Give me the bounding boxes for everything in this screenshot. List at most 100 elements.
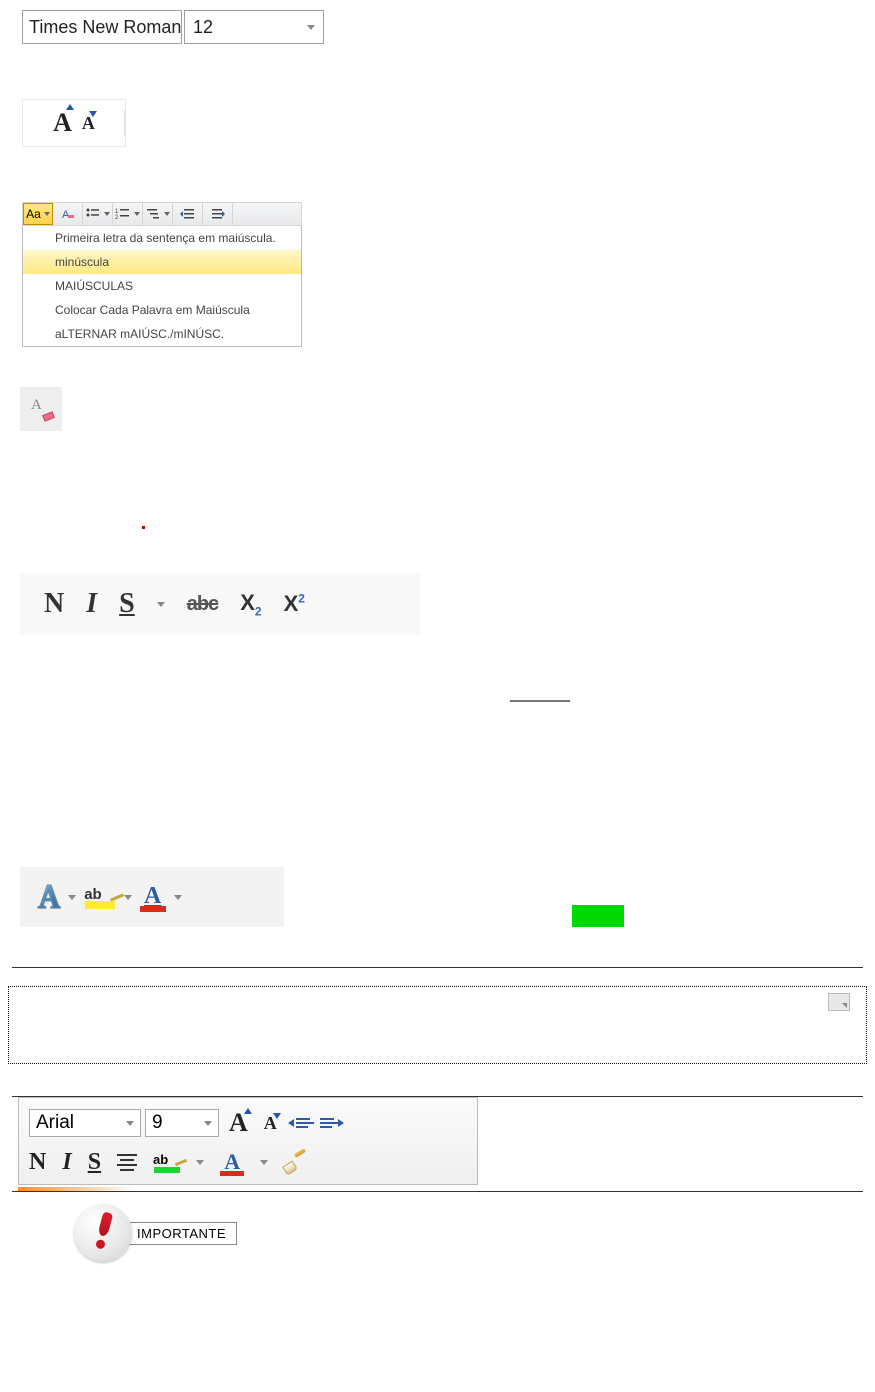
decrease-indent-button[interactable] — [173, 203, 203, 225]
clear-format-icon: A — [60, 207, 76, 221]
font-selector-row: Times New Roman 12 — [22, 10, 875, 44]
multilevel-list-button[interactable] — [143, 203, 173, 225]
triangle-up-icon — [244, 1108, 252, 1114]
case-uppercase-item[interactable]: MAIÚSCULAS — [23, 274, 301, 298]
lines-icon — [296, 1118, 314, 1128]
mini-shrink-font-button[interactable]: A — [264, 1113, 277, 1134]
font-color-button[interactable]: A — [140, 883, 166, 912]
chevron-down-icon[interactable] — [157, 602, 165, 607]
highlight-green-swatch — [154, 1167, 180, 1173]
change-case-label: Aa — [26, 207, 41, 221]
lines-icon — [320, 1118, 338, 1128]
important-callout: IMPORTANTE — [74, 1204, 875, 1262]
highlight-button[interactable]: ab — [84, 886, 116, 909]
exclamation-icon — [92, 1211, 114, 1255]
grow-shrink-font-group: A A — [22, 99, 126, 147]
clear-formatting-toolbar-button[interactable]: A — [53, 203, 83, 225]
chevron-down-icon — [164, 212, 170, 216]
divider — [12, 1191, 863, 1192]
font-style-group: N I S abc X2 X2 — [20, 574, 420, 634]
text-effects-group: A ab A — [20, 867, 284, 927]
multilevel-icon — [145, 207, 161, 221]
superscript-button[interactable]: X2 — [284, 591, 305, 617]
chevron-down-icon — [204, 1121, 212, 1126]
mini-toolbar-row1: Arial 9 A A — [29, 1104, 467, 1142]
mini-toolbar: Arial 9 A A N I S ab — [18, 1097, 478, 1185]
triangle-up-icon — [66, 104, 74, 110]
font-size-dropdown[interactable]: 12 — [184, 10, 324, 44]
arrow-left-icon — [288, 1119, 294, 1127]
mini-format-painter-button[interactable] — [284, 1151, 306, 1173]
chevron-down-icon — [181, 25, 182, 30]
mini-highlight-label: ab — [153, 1152, 168, 1167]
chevron-down-icon — [126, 1121, 134, 1126]
mini-highlight-button[interactable]: ab — [153, 1152, 180, 1173]
important-label: IMPORTANTE — [126, 1222, 237, 1245]
pen-icon — [110, 893, 124, 901]
case-sentence-item[interactable]: Primeira letra da sentença em maiúscula. — [23, 226, 301, 250]
case-toggle-item[interactable]: aLTERNAR mAIÚSC./mINÚSC. — [23, 322, 301, 346]
shrink-font-button[interactable]: A — [82, 113, 95, 134]
case-capitalize-item[interactable]: Colocar Cada Palavra em Maiúscula — [23, 298, 301, 322]
numbering-button[interactable]: 12 — [113, 203, 143, 225]
arrow-right-icon — [338, 1119, 344, 1127]
triangle-down-icon — [273, 1113, 281, 1119]
text-effects-button[interactable]: A — [38, 877, 60, 917]
clear-formatting-button[interactable]: A — [20, 387, 62, 431]
mini-italic-button[interactable]: I — [62, 1149, 71, 1176]
grow-font-button[interactable]: A — [53, 108, 72, 138]
important-circle-icon — [74, 1204, 132, 1262]
chevron-down-icon — [307, 25, 315, 30]
mini-font-color-button[interactable]: A — [220, 1149, 244, 1176]
increase-indent-icon — [210, 207, 226, 221]
decorative-dot — [142, 526, 145, 529]
case-lowercase-item[interactable]: minúscula — [23, 250, 301, 274]
chevron-down-icon[interactable] — [260, 1160, 268, 1165]
font-color-red-swatch — [140, 906, 166, 912]
mini-decrease-indent-button[interactable] — [287, 1112, 315, 1134]
decorative-line — [510, 700, 570, 702]
chevron-down-icon[interactable] — [196, 1160, 204, 1165]
brush-bristles-icon — [282, 1161, 297, 1176]
subscript-button[interactable]: X2 — [240, 590, 261, 618]
italic-button[interactable]: I — [86, 588, 97, 620]
mini-underline-button[interactable]: S — [88, 1149, 101, 1176]
pen-icon — [175, 1158, 187, 1165]
brush-handle-icon — [294, 1148, 306, 1158]
mini-font-size-value: 9 — [152, 1112, 163, 1134]
triangle-down-icon — [89, 111, 97, 117]
bold-button[interactable]: N — [44, 588, 64, 620]
mini-font-name-dropdown[interactable]: Arial — [29, 1109, 141, 1137]
bullets-icon — [85, 207, 101, 221]
mini-bold-button[interactable]: N — [29, 1149, 46, 1176]
change-case-menu: Primeira letra da sentença em maiúscula.… — [22, 226, 302, 347]
font-name-dropdown[interactable]: Times New Roman — [22, 10, 182, 44]
change-case-toolbar: Aa A 12 — [22, 202, 302, 226]
mini-grow-font-button[interactable]: A — [229, 1108, 248, 1138]
chevron-down-icon — [104, 212, 110, 216]
underline-button[interactable]: S — [119, 588, 135, 620]
font-color-red-swatch — [220, 1171, 244, 1176]
svg-text:2: 2 — [115, 215, 119, 221]
change-case-section: Aa A 12 Primeira letra da sentença em ma… — [22, 202, 302, 347]
mini-center-align-button[interactable] — [117, 1154, 137, 1171]
strikethrough-button[interactable]: abc — [187, 593, 218, 616]
grow-font-label: A — [53, 108, 72, 137]
dialog-launcher-button[interactable] — [828, 993, 850, 1011]
chevron-down-icon[interactable] — [124, 895, 132, 900]
decrease-indent-icon — [180, 207, 196, 221]
clear-formatting-icon: A — [31, 399, 51, 419]
change-case-button[interactable]: Aa — [23, 203, 53, 225]
font-size-value: 12 — [193, 17, 213, 38]
font-name-value: Times New Roman — [29, 17, 181, 38]
chevron-down-icon[interactable] — [68, 895, 76, 900]
increase-indent-button[interactable] — [203, 203, 233, 225]
divider — [12, 967, 863, 968]
mini-increase-indent-button[interactable] — [319, 1112, 347, 1134]
dialog-launcher-icon — [842, 1003, 847, 1008]
mini-font-size-dropdown[interactable]: 9 — [145, 1109, 219, 1137]
chevron-down-icon — [44, 212, 50, 216]
mini-toolbar-row2: N I S ab A — [29, 1142, 467, 1178]
bullets-button[interactable] — [83, 203, 113, 225]
chevron-down-icon[interactable] — [174, 895, 182, 900]
